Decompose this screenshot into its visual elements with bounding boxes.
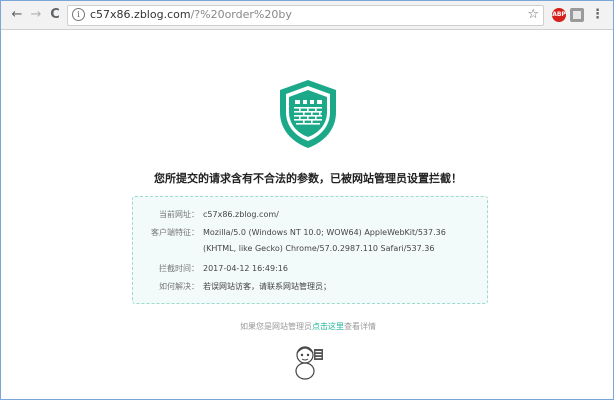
footer-prefix: 如果您是网站管理员: [240, 322, 312, 331]
block-headline: 您所提交的请求含有不合法的参数，已被网站管理员设置拦截！: [154, 172, 462, 185]
detail-label: 客户端特征：: [151, 228, 199, 237]
browser-toolbar: ← → C i c57x86.zblog.com/?%20order%20by …: [1, 1, 613, 30]
browser-window: ← → C i c57x86.zblog.com/?%20order%20by …: [0, 0, 614, 400]
admin-footer: 如果您是网站管理员点击这里查看详情: [1, 321, 614, 332]
detail-value: 若误网站访客，请联系网站管理员；: [203, 282, 331, 291]
url-path: /?%20order%20by: [190, 8, 292, 21]
detail-label: 拦截时间：: [159, 264, 199, 273]
url-host: c57x86.zblog.com: [90, 8, 191, 21]
address-url[interactable]: c57x86.zblog.com/?%20order%20by: [90, 8, 292, 22]
mascot-icon: [295, 346, 323, 380]
shield-icon: [280, 80, 336, 148]
detail-value: Mozilla/5.0 (Windows NT 10.0; WOW64) App…: [203, 228, 446, 253]
address-bar[interactable]: i c57x86.zblog.com/?%20order%20by ☆: [67, 5, 544, 26]
detail-value: c57x86.zblog.com/: [203, 210, 279, 219]
detail-label: 如何解决：: [159, 282, 199, 291]
detail-label: 当前网址：: [159, 210, 199, 219]
forward-icon[interactable]: →: [28, 7, 44, 23]
footer-suffix: 查看详情: [344, 322, 376, 331]
back-icon[interactable]: ←: [9, 7, 25, 23]
browser-menu-icon[interactable]: ⋮: [591, 8, 604, 22]
detail-value: 2017-04-12 16:49:16: [203, 264, 288, 273]
adblock-plus-icon[interactable]: ABP: [552, 8, 566, 22]
reload-icon[interactable]: C: [47, 7, 63, 23]
site-info-icon[interactable]: i: [72, 8, 85, 21]
request-details-panel: 当前网址： c57x86.zblog.com/ 客户端特征： Mozilla/5…: [132, 196, 488, 304]
extension-icon[interactable]: [570, 8, 584, 22]
bookmark-star-icon[interactable]: ☆: [527, 7, 539, 22]
details-link[interactable]: 点击这里: [312, 322, 344, 331]
